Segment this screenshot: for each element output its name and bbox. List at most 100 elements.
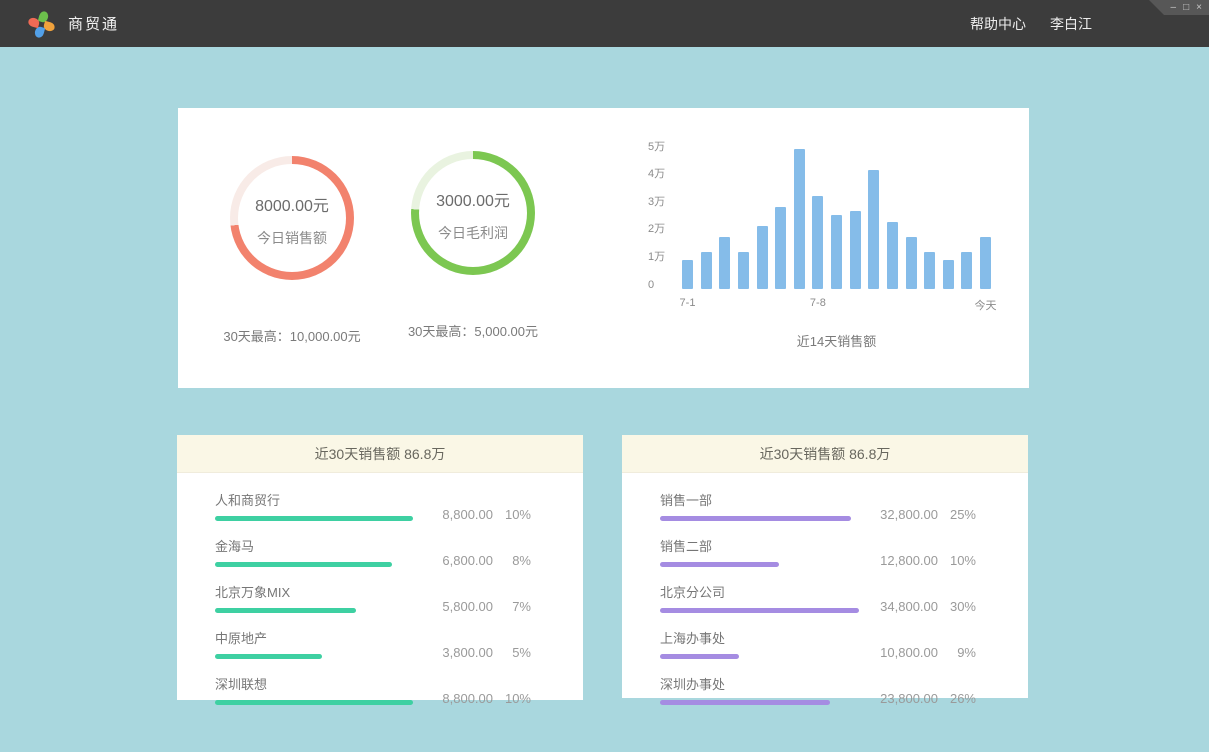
item-amount: 12,800.00 (860, 553, 938, 568)
item-name: 上海办事处 (660, 628, 860, 647)
item-name: 金海马 (215, 536, 415, 555)
customer-rank-list: 人和商贸行 8,800.00 10% 金海马 6,800.00 (177, 473, 583, 705)
today-sales-value: 8000.00元 (255, 192, 329, 216)
item-bar-block: 上海办事处 (660, 628, 860, 659)
list-item: 北京万象MIX 5,800.00 7% (215, 582, 531, 613)
item-amount: 23,800.00 (860, 691, 938, 706)
chart-bar (943, 260, 954, 289)
list-item: 上海办事处 10,800.00 9% (660, 628, 976, 659)
item-amount: 5,800.00 (415, 599, 493, 614)
chart-title: 近14天销售额 (682, 331, 991, 350)
minimize-icon[interactable]: – (1171, 3, 1177, 13)
x-axis-labels: 7-17-8今天 (682, 297, 991, 313)
today-profit-label: 今日毛利润 (438, 223, 508, 243)
item-progress-bar (215, 700, 413, 705)
item-values: 8,800.00 10% (415, 507, 531, 522)
item-progress-bar (660, 562, 779, 567)
item-values: 5,800.00 7% (415, 599, 531, 614)
list-item: 金海马 6,800.00 8% (215, 536, 531, 567)
item-values: 10,800.00 9% (860, 645, 976, 660)
item-percent: 10% (493, 691, 531, 706)
y-axis-labels: 01万2万3万4万5万 (648, 125, 678, 289)
chart-bar (906, 237, 917, 289)
item-amount: 10,800.00 (860, 645, 938, 660)
y-axis-tick: 2万 (648, 220, 665, 236)
chart-bar (831, 215, 842, 289)
item-values: 32,800.00 25% (860, 507, 976, 522)
today-profit-gauge: 3000.00元 今日毛利润 30天最高：5,000.00元 (361, 151, 585, 340)
donut-center-text: 3000.00元 今日毛利润 (411, 151, 535, 275)
profit-30day-max: 30天最高：5,000.00元 (361, 321, 585, 340)
item-bar-block: 销售二部 (660, 536, 860, 567)
item-name: 人和商贸行 (215, 490, 415, 509)
dept-rank-card: 近30天销售额 86.8万 销售一部 32,800.00 25% (622, 435, 1028, 698)
dept-rank-list: 销售一部 32,800.00 25% 销售二部 12,800.00 (622, 473, 1028, 705)
item-progress-bar (215, 654, 322, 659)
list-item: 北京分公司 34,800.00 30% (660, 582, 976, 613)
item-amount: 8,800.00 (415, 507, 493, 522)
chart-bar (961, 252, 972, 289)
item-values: 3,800.00 5% (415, 645, 531, 660)
item-amount: 3,800.00 (415, 645, 493, 660)
list-item: 销售一部 32,800.00 25% (660, 490, 976, 521)
item-name: 销售二部 (660, 536, 860, 555)
list-item: 人和商贸行 8,800.00 10% (215, 490, 531, 521)
today-profit-donut-chart: 3000.00元 今日毛利润 (411, 151, 535, 275)
item-progress-bar (215, 608, 356, 613)
sales-14day-bar-chart: 01万2万3万4万5万 7-17-8今天 近14天销售额 (648, 125, 1014, 365)
item-amount: 6,800.00 (415, 553, 493, 568)
item-amount: 32,800.00 (860, 507, 938, 522)
item-name: 销售一部 (660, 490, 860, 509)
item-progress-bar (215, 516, 413, 521)
chart-bar (719, 237, 730, 289)
chart-bar (924, 252, 935, 289)
close-icon[interactable]: × (1196, 3, 1202, 13)
user-name[interactable]: 李白江 (1050, 14, 1092, 34)
item-bar-block: 北京万象MIX (215, 582, 415, 613)
item-name: 北京万象MIX (215, 582, 415, 601)
item-values: 23,800.00 26% (860, 691, 976, 706)
item-percent: 26% (938, 691, 976, 706)
today-sales-label: 今日销售额 (257, 228, 327, 248)
chart-bar (980, 237, 991, 289)
x-axis-tick: 7-8 (810, 297, 826, 309)
item-values: 12,800.00 10% (860, 553, 976, 568)
item-values: 34,800.00 30% (860, 599, 976, 614)
item-values: 6,800.00 8% (415, 553, 531, 568)
item-progress-bar (660, 700, 830, 705)
dashboard: 8000.00元 今日销售额 30天最高：10,000.00元 3000.00元… (0, 47, 1209, 752)
chart-bar (850, 211, 861, 289)
item-bar-block: 深圳联想 (215, 674, 415, 705)
title-bar: 商贸通 帮助中心 李白江 – □ × (0, 0, 1209, 47)
chart-bar (868, 170, 879, 289)
brand-logo-icon (28, 11, 54, 37)
chart-bar (757, 226, 768, 289)
list-item: 中原地产 3,800.00 5% (215, 628, 531, 659)
item-percent: 9% (938, 645, 976, 660)
item-percent: 7% (493, 599, 531, 614)
item-progress-bar (215, 562, 392, 567)
window-controls: – □ × (1149, 0, 1209, 15)
item-name: 深圳办事处 (660, 674, 860, 693)
item-progress-bar (660, 516, 851, 521)
help-center-link[interactable]: 帮助中心 (970, 14, 1026, 34)
donut-center-text: 8000.00元 今日销售额 (230, 156, 354, 280)
list-item: 深圳办事处 23,800.00 26% (660, 674, 976, 705)
bar-plot (682, 125, 991, 289)
item-bar-block: 人和商贸行 (215, 490, 415, 521)
item-percent: 30% (938, 599, 976, 614)
y-axis-tick: 5万 (648, 138, 665, 154)
item-amount: 8,800.00 (415, 691, 493, 706)
item-bar-block: 北京分公司 (660, 582, 860, 613)
item-percent: 8% (493, 553, 531, 568)
y-axis-tick: 3万 (648, 193, 665, 209)
chart-bar (738, 252, 749, 289)
item-progress-bar (660, 608, 859, 613)
chart-bar (812, 196, 823, 289)
maximize-icon[interactable]: □ (1183, 3, 1189, 13)
chart-bar (682, 260, 693, 289)
item-bar-block: 金海马 (215, 536, 415, 567)
item-amount: 34,800.00 (860, 599, 938, 614)
app-title: 商贸通 (68, 13, 119, 34)
item-values: 8,800.00 10% (415, 691, 531, 706)
